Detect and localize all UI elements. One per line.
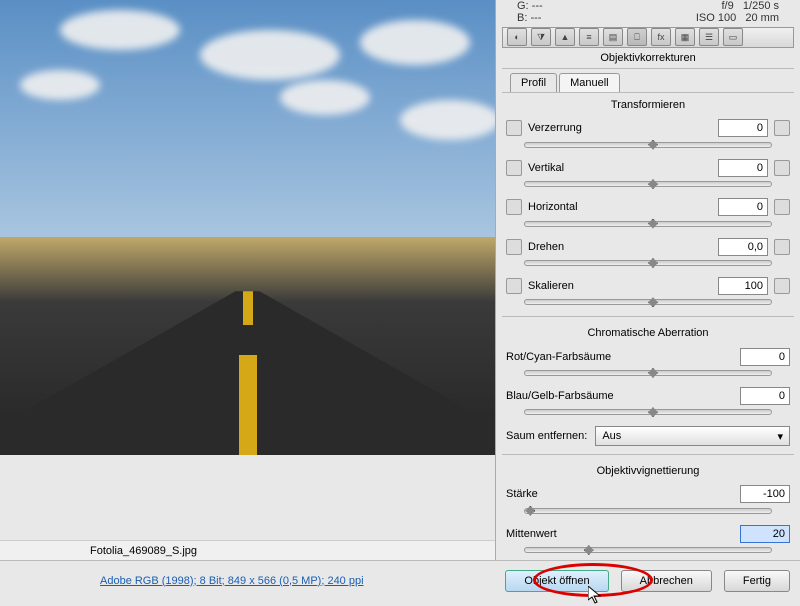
fringe-value: Aus: [602, 430, 621, 442]
redcyan-label: Rot/Cyan-Farbsäume: [506, 351, 734, 363]
chevron-down-icon: ▾: [777, 430, 783, 443]
tab-detail-icon[interactable]: ▲: [555, 28, 575, 46]
info-iso: ISO 100: [696, 12, 736, 24]
scale-icon2: [774, 278, 790, 294]
distortion-label: Verzerrung: [528, 122, 712, 134]
midpoint-input[interactable]: [740, 525, 790, 543]
tab-profile[interactable]: Profil: [510, 73, 557, 92]
right-panel: G: --- B: --- f/9 1/250 s ISO 100 20 mm …: [495, 0, 800, 560]
tab-basic-icon[interactable]: ◐: [507, 28, 527, 46]
amount-label: Stärke: [506, 488, 734, 500]
vertical-icon: [506, 160, 522, 176]
panel-title: Objektivkorrekturen: [502, 48, 794, 69]
rotate-input[interactable]: [718, 238, 768, 256]
tab-lens-icon[interactable]: ⎕: [627, 28, 647, 46]
info-fstop: f/9: [722, 0, 734, 12]
preview-image[interactable]: [0, 0, 495, 455]
tab-snapshots-icon[interactable]: ▭: [723, 28, 743, 46]
amount-input[interactable]: [740, 485, 790, 503]
filename-text: Fotolia_469089_S.jpg: [90, 545, 197, 557]
horizontal-label: Horizontal: [528, 201, 712, 213]
distortion-input[interactable]: [718, 119, 768, 137]
blueyellow-input[interactable]: [740, 387, 790, 405]
amount-slider[interactable]: [524, 508, 772, 514]
horizontal-icon2: [774, 199, 790, 215]
tab-presets-icon[interactable]: ☰: [699, 28, 719, 46]
tab-curve-icon[interactable]: ⧩: [531, 28, 551, 46]
rotate-icon2: [774, 239, 790, 255]
distortion-icon: [506, 120, 522, 136]
cancel-button[interactable]: Abbrechen: [621, 570, 712, 592]
section-chromatic: Chromatische Aberration: [502, 321, 794, 343]
image-info: G: --- B: --- f/9 1/250 s ISO 100 20 mm: [502, 0, 794, 27]
scale-input[interactable]: [718, 277, 768, 295]
tab-manual[interactable]: Manuell: [559, 73, 620, 92]
filename-bar: Fotolia_469089_S.jpg: [0, 540, 495, 560]
tab-hsl-icon[interactable]: ≡: [579, 28, 599, 46]
tab-split-icon[interactable]: ▤: [603, 28, 623, 46]
info-b: B: ---: [517, 12, 543, 24]
fringe-label: Saum entfernen:: [506, 430, 587, 442]
vertical-icon2: [774, 160, 790, 176]
scale-label: Skalieren: [528, 280, 712, 292]
rotate-icon: [506, 239, 522, 255]
open-object-button[interactable]: Objekt öffnen: [505, 570, 608, 592]
tab-strip: ◐ ⧩ ▲ ≡ ▤ ⎕ fx ▦ ☰ ▭: [502, 27, 794, 48]
midpoint-slider[interactable]: [524, 547, 772, 553]
scale-icon: [506, 278, 522, 294]
fringe-select[interactable]: Aus ▾: [595, 426, 790, 446]
rotate-label: Drehen: [528, 241, 712, 253]
vertical-input[interactable]: [718, 159, 768, 177]
info-shutter: 1/250 s: [743, 0, 779, 12]
tab-camera-icon[interactable]: ▦: [675, 28, 695, 46]
metadata-link[interactable]: Adobe RGB (1998); 8 Bit; 849 x 566 (0,5 …: [100, 575, 364, 587]
section-vignette: Objektivvignettierung: [502, 459, 794, 481]
redcyan-input[interactable]: [740, 348, 790, 366]
info-focal: 20 mm: [745, 12, 779, 24]
horizontal-icon: [506, 199, 522, 215]
footer-bar: Adobe RGB (1998); 8 Bit; 849 x 566 (0,5 …: [0, 560, 800, 600]
section-transform: Transformieren: [502, 93, 794, 115]
done-button[interactable]: Fertig: [724, 570, 790, 592]
subtab-bar: Profil Manuell: [502, 69, 794, 93]
preview-pane: Fotolia_469089_S.jpg: [0, 0, 495, 560]
distortion-icon2: [774, 120, 790, 136]
tab-fx-icon[interactable]: fx: [651, 28, 671, 46]
midpoint-label: Mittenwert: [506, 528, 734, 540]
vertical-label: Vertikal: [528, 162, 712, 174]
horizontal-input[interactable]: [718, 198, 768, 216]
blueyellow-label: Blau/Gelb-Farbsäume: [506, 390, 734, 402]
info-g: G: ---: [517, 0, 543, 12]
